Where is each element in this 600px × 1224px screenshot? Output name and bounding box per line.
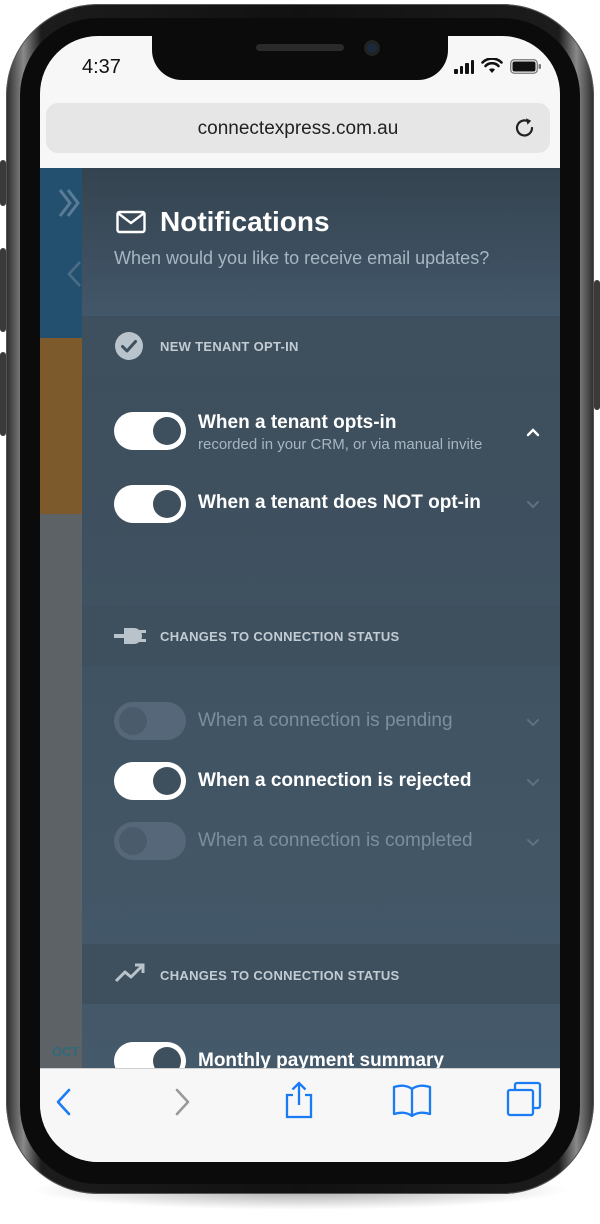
background-back-icon (67, 261, 81, 287)
row-label-monthly-payment-summary: Monthly payment summary (198, 1050, 444, 1068)
row-label-connection-completed: When a connection is completed (198, 830, 473, 851)
background-month-label: OCT (52, 1044, 80, 1059)
reload-icon[interactable] (512, 115, 538, 141)
toggle-knob (153, 490, 181, 518)
toggle-connection-completed[interactable] (114, 822, 186, 860)
back-icon[interactable] (54, 1087, 74, 1117)
mute-switch (0, 160, 6, 206)
section-connection-status: CHANGES TO CONNECTION STATUS (82, 606, 560, 666)
section-payment-summary: CHANGES TO CONNECTION STATUS (82, 944, 560, 1004)
notch (152, 36, 448, 80)
page-subtitle: When would you like to receive email upd… (114, 248, 490, 268)
chevron-down-icon[interactable] (526, 837, 540, 847)
volume-up-button (0, 248, 6, 332)
section-label: CHANGES TO CONNECTION STATUS (160, 968, 400, 983)
toggle-connection-pending[interactable] (114, 702, 186, 740)
chevron-down-icon[interactable] (526, 717, 540, 727)
safari-toolbar (40, 1068, 560, 1162)
plug-icon (114, 628, 146, 644)
status-icons (454, 58, 542, 74)
web-page: OCT Notifications When would you like to… (40, 168, 560, 1068)
address-bar[interactable]: connectexpress.com.au (46, 103, 550, 153)
toggle-knob (119, 707, 147, 735)
row-sub-tenant-opts-in: recorded in your CRM, or via manual invi… (198, 436, 483, 453)
row-label-connection-pending: When a connection is pending (198, 710, 453, 731)
speaker-grille (256, 44, 344, 51)
front-camera (364, 40, 380, 56)
row-label-tenant-not-opt-in: When a tenant does NOT opt-in (198, 492, 481, 513)
toggle-connection-rejected[interactable] (114, 762, 186, 800)
status-time: 4:37 (82, 56, 121, 78)
chevron-down-icon[interactable] (526, 777, 540, 787)
toggle-knob (153, 1047, 181, 1068)
toggle-monthly-payment-summary[interactable] (114, 1042, 186, 1068)
bookmarks-icon[interactable] (392, 1083, 432, 1117)
notifications-panel: Notifications When would you like to rec… (82, 168, 560, 1068)
chevron-up-icon[interactable] (526, 427, 540, 437)
phone-screen: 4:37 connectexpress.com.au OCT Notificat… (40, 36, 560, 1162)
toggle-knob (153, 417, 181, 445)
toggle-knob (153, 767, 181, 795)
toggle-tenant-not-opt-in[interactable] (114, 485, 186, 523)
background-logo-icon (58, 189, 80, 217)
row-label-tenant-opts-in: When a tenant opts-in (198, 412, 397, 433)
battery-icon (510, 59, 541, 74)
section-new-tenant-opt-in: NEW TENANT OPT-IN (82, 316, 560, 376)
chevron-down-icon[interactable] (526, 499, 540, 509)
wifi-icon (481, 58, 503, 73)
page-title: Notifications (160, 206, 330, 237)
toggle-tenant-opts-in[interactable] (114, 412, 186, 450)
section-label: CHANGES TO CONNECTION STATUS (160, 629, 400, 644)
check-circle-icon (115, 332, 143, 360)
tabs-icon[interactable] (506, 1081, 542, 1117)
url-text: connectexpress.com.au (197, 118, 399, 139)
row-label-connection-rejected: When a connection is rejected (198, 770, 472, 791)
power-button (594, 280, 600, 410)
background-page-strip: OCT (40, 168, 82, 1068)
trending-up-icon (114, 963, 145, 983)
panel-header: Notifications When would you like to rec… (82, 168, 560, 318)
section-label: NEW TENANT OPT-IN (160, 339, 299, 354)
mail-icon (116, 210, 146, 234)
signal-icon (454, 60, 474, 74)
forward-icon[interactable] (172, 1087, 192, 1117)
toggle-knob (119, 827, 147, 855)
share-icon[interactable] (284, 1081, 314, 1119)
volume-down-button (0, 352, 6, 436)
